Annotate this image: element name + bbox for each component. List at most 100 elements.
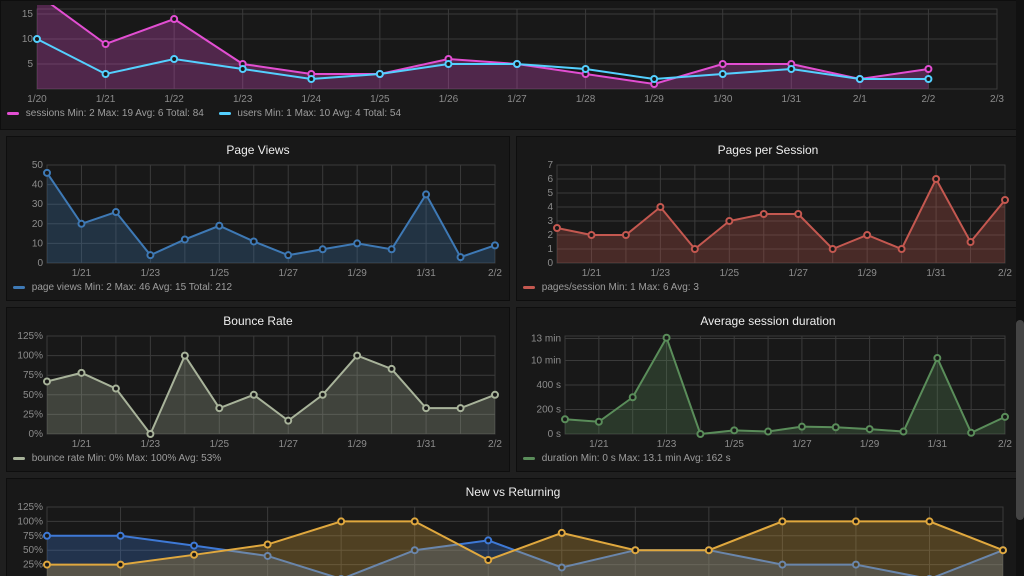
- svg-text:2/2: 2/2: [921, 94, 935, 105]
- svg-text:1/31: 1/31: [928, 439, 948, 450]
- swatch-pageviews: [13, 286, 25, 289]
- panel-bounce-rate: Bounce Rate 0% 25% 50% 75% 100% 125% 1/21 1/23 1…: [6, 307, 510, 472]
- svg-text:10: 10: [22, 34, 34, 45]
- svg-text:2/2: 2/2: [488, 268, 502, 279]
- chart-avg-session-duration: 0 s200 s400 s10 min13 min1/211/231/251/2…: [523, 332, 1013, 450]
- title-bounce: Bounce Rate: [13, 312, 503, 332]
- svg-text:1/29: 1/29: [860, 439, 880, 450]
- svg-text:1/29: 1/29: [857, 268, 877, 279]
- legend-pps: pages/session Min: 1 Max: 6 Avg: 3: [523, 279, 1013, 293]
- panel-pages-per-session: Pages per Session 012345671/211/231/251/…: [516, 136, 1020, 301]
- svg-text:1/21: 1/21: [589, 439, 609, 450]
- svg-text:1/25: 1/25: [724, 439, 744, 450]
- svg-text:1/27: 1/27: [507, 94, 527, 105]
- svg-text:75%: 75%: [23, 531, 43, 542]
- svg-text:1/25: 1/25: [210, 268, 230, 279]
- svg-text:1: 1: [547, 244, 553, 255]
- svg-text:1/29: 1/29: [644, 94, 664, 105]
- svg-text:200 s: 200 s: [537, 405, 561, 416]
- svg-text:1/23: 1/23: [233, 94, 253, 105]
- svg-text:1/23: 1/23: [141, 439, 161, 450]
- title-page-views: Page Views: [13, 141, 503, 161]
- svg-text:10 min: 10 min: [531, 356, 561, 367]
- legend-sessions: sessions Min: 2 Max: 19 Avg: 6 Total: 84: [7, 108, 207, 119]
- panel-page-views: Page Views 010203040501/211/231/251/271/…: [6, 136, 510, 301]
- legend-text: users Min: 1 Max: 10 Avg: 4 Total: 54: [237, 108, 401, 119]
- chart-sessions-users: 510151/201/211/221/231/241/251/261/271/2…: [7, 5, 1005, 105]
- swatch-pps: [523, 286, 535, 289]
- svg-text:1/30: 1/30: [713, 94, 733, 105]
- scrollbar-thumb[interactable]: [1016, 320, 1024, 520]
- legend-text: page views Min: 2 Max: 46 Avg: 15 Total:…: [32, 282, 232, 293]
- svg-text:1/25: 1/25: [720, 268, 740, 279]
- legend-text: bounce rate Min: 0% Max: 100% Avg: 53%: [32, 453, 221, 464]
- svg-text:6: 6: [547, 174, 553, 185]
- panel-new-returning: New vs Returning 25% 50% 75% 100% 125%: [6, 478, 1020, 576]
- svg-text:1/21: 1/21: [582, 268, 602, 279]
- svg-text:1/24: 1/24: [302, 94, 322, 105]
- svg-text:30: 30: [32, 199, 44, 210]
- svg-text:3: 3: [547, 216, 553, 227]
- svg-text:0: 0: [547, 258, 553, 269]
- svg-text:125%: 125%: [17, 503, 43, 513]
- legend-text: pages/session Min: 1 Max: 6 Avg: 3: [542, 282, 699, 293]
- swatch-users: [219, 112, 231, 115]
- svg-text:1/27: 1/27: [278, 268, 298, 279]
- svg-text:1/31: 1/31: [416, 268, 436, 279]
- panel-duration: Average session duration 0 s 200 s 400 s 10…: [516, 307, 1020, 472]
- svg-text:50%: 50%: [23, 390, 43, 401]
- scrollbar-vertical[interactable]: [1016, 0, 1024, 576]
- chart-bounce-rate: 0% 25% 50% 75% 100% 125% 1/21 1/23 1/25 1/27 1/29 1…: [13, 332, 503, 450]
- svg-text:13 min: 13 min: [531, 333, 561, 344]
- svg-text:0 s: 0 s: [548, 429, 561, 440]
- swatch-duration: [523, 457, 535, 460]
- svg-text:1/27: 1/27: [278, 439, 298, 450]
- swatch-bounce: [13, 457, 25, 460]
- svg-text:1/26: 1/26: [439, 94, 459, 105]
- svg-text:1/31: 1/31: [416, 439, 436, 450]
- svg-text:0: 0: [37, 258, 43, 269]
- svg-text:1/25: 1/25: [210, 439, 230, 450]
- legend-sessions-users: sessions Min: 2 Max: 19 Avg: 6 Total: 84…: [7, 105, 1017, 119]
- svg-text:1/25: 1/25: [370, 94, 390, 105]
- svg-text:25%: 25%: [23, 409, 43, 420]
- svg-text:5: 5: [27, 59, 33, 70]
- chart-page-views: 010203040501/211/231/251/271/291/312/2: [13, 161, 503, 279]
- svg-text:400 s: 400 s: [537, 380, 561, 391]
- svg-text:50%: 50%: [23, 545, 43, 556]
- svg-text:1/29: 1/29: [347, 439, 367, 450]
- svg-text:1/31: 1/31: [782, 94, 802, 105]
- svg-text:2/2: 2/2: [488, 439, 502, 450]
- svg-text:1/21: 1/21: [72, 439, 92, 450]
- legend-text: duration Min: 0 s Max: 13.1 min Avg: 162…: [542, 453, 731, 464]
- svg-text:1/22: 1/22: [164, 94, 184, 105]
- svg-text:100%: 100%: [17, 516, 43, 527]
- legend-duration: duration Min: 0 s Max: 13.1 min Avg: 162…: [523, 450, 1013, 464]
- svg-text:1/27: 1/27: [792, 439, 812, 450]
- panel-sessions-users: 510151/201/211/221/231/241/251/261/271/2…: [0, 0, 1024, 130]
- legend-users: users Min: 1 Max: 10 Avg: 4 Total: 54: [219, 108, 401, 119]
- svg-text:1/23: 1/23: [141, 268, 161, 279]
- svg-text:1/29: 1/29: [347, 268, 367, 279]
- legend-page-views: page views Min: 2 Max: 46 Avg: 15 Total:…: [13, 279, 503, 293]
- svg-text:2/3: 2/3: [990, 94, 1004, 105]
- svg-text:100%: 100%: [17, 351, 43, 362]
- svg-text:40: 40: [32, 180, 44, 191]
- title-duration: Average session duration: [523, 312, 1013, 332]
- svg-text:1/28: 1/28: [576, 94, 596, 105]
- svg-text:1/31: 1/31: [926, 268, 946, 279]
- swatch-sessions: [7, 112, 19, 115]
- chart-pages-per-session: 012345671/211/231/251/271/291/312/2: [523, 161, 1013, 279]
- svg-text:125%: 125%: [17, 332, 43, 342]
- title-new-returning: New vs Returning: [13, 483, 1013, 503]
- svg-text:1/23: 1/23: [651, 268, 671, 279]
- svg-text:25%: 25%: [23, 560, 43, 571]
- svg-text:1/21: 1/21: [96, 94, 116, 105]
- svg-text:10: 10: [32, 238, 44, 249]
- legend-bounce: bounce rate Min: 0% Max: 100% Avg: 53%: [13, 450, 503, 464]
- legend-text: sessions Min: 2 Max: 19 Avg: 6 Total: 84: [26, 108, 204, 119]
- svg-text:75%: 75%: [23, 370, 43, 381]
- svg-text:20: 20: [32, 219, 44, 230]
- svg-text:1/27: 1/27: [788, 268, 808, 279]
- svg-text:0%: 0%: [29, 429, 44, 440]
